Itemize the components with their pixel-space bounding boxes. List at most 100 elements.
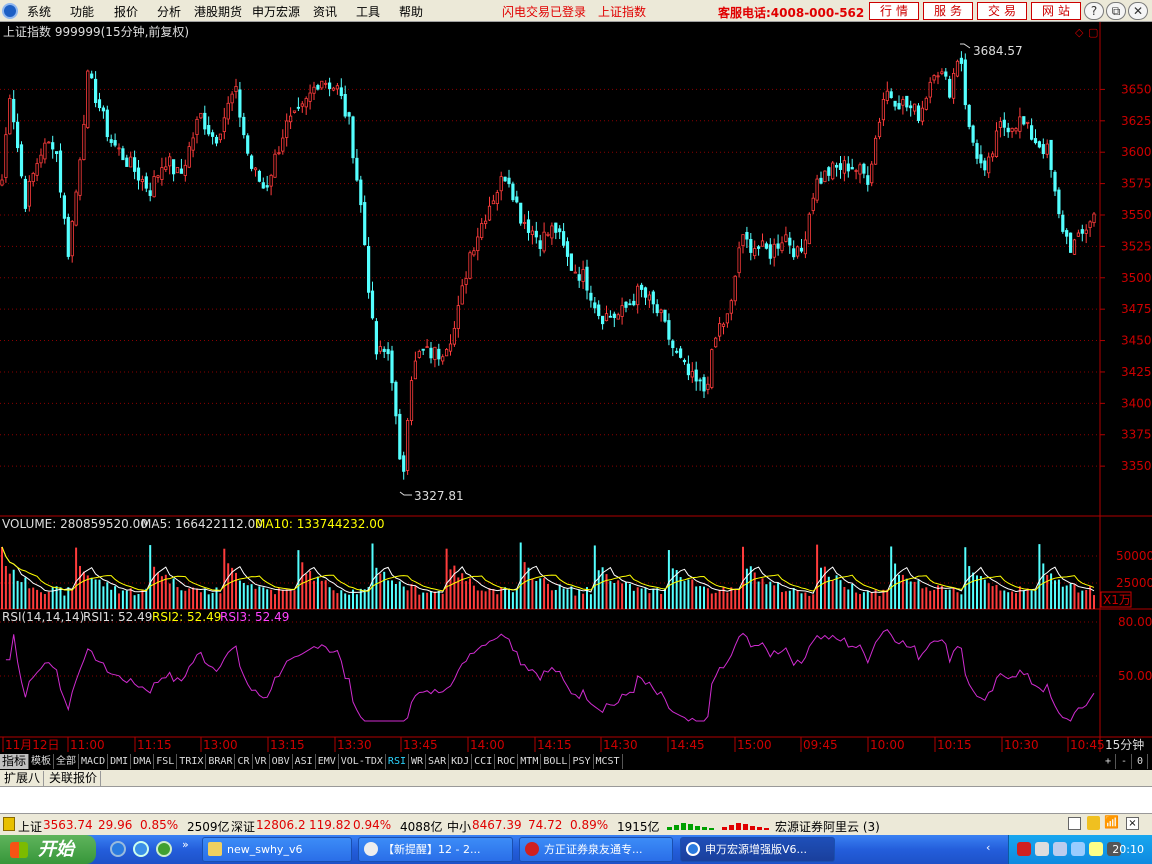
trade-button[interactable]: 交易 [977, 2, 1027, 20]
task-folder[interactable]: new_swhy_v6 [202, 837, 352, 862]
chart-maximize-icon[interactable]: ▢ [1088, 26, 1098, 39]
indicator-tab-指标[interactable]: 指标 [0, 754, 30, 769]
indicator-tab-vr[interactable]: VR [253, 754, 270, 769]
candle-body [1010, 127, 1014, 132]
menu-function[interactable]: 功能 [70, 3, 94, 20]
indicator-tab-fsl[interactable]: FSL [154, 754, 178, 769]
candle-body [593, 302, 597, 309]
candle-body [803, 239, 808, 255]
indicator-tab-dmi[interactable]: DMI [108, 754, 132, 769]
tab-extension-8[interactable]: 扩展八 [1, 771, 45, 786]
indicator-tab-boll[interactable]: BOLL [541, 754, 571, 769]
menu-swhy[interactable]: 申万宏源 [252, 3, 300, 20]
flash-trade-status-link[interactable]: 闪电交易已登录 [502, 3, 586, 20]
time-tick-label: 14:00 [470, 738, 505, 752]
tray-expand-icon[interactable]: ‹ [986, 841, 990, 854]
task-browser-reminder[interactable]: 【新提醒】12 - 2... [358, 837, 513, 862]
indicator-tab-brar[interactable]: BRAR [206, 754, 236, 769]
indicator-tab-rsi[interactable]: RSI [386, 754, 409, 769]
reset-zoom-button[interactable]: 0 [1133, 754, 1148, 769]
sh-index-value[interactable]: 3563.74 [43, 818, 93, 832]
messenger-icon[interactable] [1089, 842, 1103, 856]
candle-body [175, 167, 180, 174]
stock-chart[interactable]: 3650 3625 3600 3575 3550 3525 3500 3475 3450 3425… [0, 22, 1152, 752]
indicator-tab-psy[interactable]: PSY [570, 754, 594, 769]
restore-window-icon[interactable]: ⧉ [1106, 2, 1126, 20]
candle-body [246, 135, 250, 154]
clock[interactable]: 20:10 [1112, 843, 1144, 856]
candle-body [8, 98, 12, 135]
indicator-tab-cr[interactable]: CR [235, 754, 253, 769]
indicator-tab-模板[interactable]: 模板 [29, 754, 55, 769]
green-app-icon[interactable] [156, 841, 172, 857]
time-tick-label: 10:00 [870, 738, 905, 752]
candle-body [86, 70, 90, 128]
menu-news[interactable]: 资讯 [313, 3, 337, 20]
indicator-tab-roc[interactable]: ROC [495, 754, 519, 769]
indicator-tab-obv[interactable]: OBV [270, 754, 293, 769]
candle-body [819, 177, 823, 184]
status-close-icon[interactable]: × [1126, 817, 1139, 830]
sz-amount: 4088亿 [400, 820, 443, 834]
candle-body [382, 348, 386, 352]
indicator-tab-vol-tdx[interactable]: VOL-TDX [339, 754, 386, 769]
security-shield-icon[interactable] [1053, 842, 1067, 856]
indicator-tab-mtm[interactable]: MTM [518, 754, 542, 769]
sme-index-value[interactable]: 8467.39 [472, 818, 522, 832]
indicator-tab-全部[interactable]: 全部 [54, 754, 80, 769]
start-button[interactable]: 开始 [0, 835, 96, 864]
close-window-icon[interactable]: ✕ [1128, 2, 1148, 20]
indicator-tab-dma[interactable]: DMA [131, 754, 155, 769]
zoom-in-button[interactable]: + [1101, 754, 1116, 769]
indicator-tab-asi[interactable]: ASI [293, 754, 316, 769]
chart-area[interactable]: 3650 3625 3600 3575 3550 3525 3500 3475 3450 3425… [0, 22, 1152, 752]
window-toggle-icon[interactable] [1068, 817, 1081, 830]
candle-body [222, 117, 226, 132]
indicator-tab-cci[interactable]: CCI [472, 754, 496, 769]
indicator-tab-wr[interactable]: WR [409, 754, 427, 769]
candle-body [831, 162, 835, 180]
indicator-tab-trix[interactable]: TRIX [177, 754, 207, 769]
task-founder-securities[interactable]: 方正证券泉友通专... [519, 837, 673, 862]
indicator-tab-emv[interactable]: EMV [316, 754, 339, 769]
menu-hk-futures[interactable]: 港股期货 [194, 3, 242, 20]
indicator-tab-mcst[interactable]: MCST [594, 754, 623, 769]
ie-icon[interactable] [110, 841, 126, 857]
quicklaunch-expand-icon[interactable]: » [182, 838, 189, 851]
chart-mode-icon[interactable]: ◇ [1075, 26, 1084, 39]
quotes-button[interactable]: 行情 [869, 2, 919, 20]
task-folder-label: new_swhy_v6 [227, 843, 303, 856]
sh-index-name: 上证 [18, 820, 43, 834]
candle-body [854, 170, 858, 172]
broker-connection[interactable]: 宏源证券阿里云 (3) [775, 818, 880, 835]
candle-body [74, 191, 78, 226]
help-circle-icon[interactable]: ? [1084, 2, 1104, 20]
network-icon[interactable] [1071, 842, 1085, 856]
indicator-tab-kdj[interactable]: KDJ [449, 754, 473, 769]
period-label[interactable]: 15分钟 [1105, 737, 1144, 752]
browser-icon[interactable] [133, 841, 149, 857]
red-cross-icon[interactable] [1017, 842, 1031, 856]
zoom-out-button[interactable]: - [1117, 754, 1132, 769]
menu-help[interactable]: 帮助 [399, 3, 423, 20]
indicator-tab-sar[interactable]: SAR [426, 754, 450, 769]
sz-index-value[interactable]: 12806.2 [256, 818, 306, 832]
sh-index-link[interactable]: 上证指数 [598, 3, 646, 20]
menu-tools[interactable]: 工具 [356, 3, 380, 20]
candle-body [842, 160, 847, 174]
tab-related-quotes[interactable]: 关联报价 [46, 771, 102, 786]
services-button[interactable]: 服务 [923, 2, 973, 20]
candle-body [409, 380, 414, 421]
breadth-bar [702, 827, 707, 830]
menu-system[interactable]: 系统 [27, 3, 51, 20]
candle-body [581, 269, 585, 282]
menu-analysis[interactable]: 分析 [157, 3, 181, 20]
task-swhy[interactable]: 申万宏源增强版V6... [680, 837, 835, 862]
candle-body [78, 159, 82, 196]
sz-index-name: 深证 [231, 820, 256, 834]
volume-icon[interactable] [1035, 842, 1049, 856]
menu-quote[interactable]: 报价 [114, 3, 138, 20]
indicator-tab-macd[interactable]: MACD [79, 754, 109, 769]
website-button[interactable]: 网站 [1031, 2, 1081, 20]
candle-body [1037, 141, 1041, 148]
